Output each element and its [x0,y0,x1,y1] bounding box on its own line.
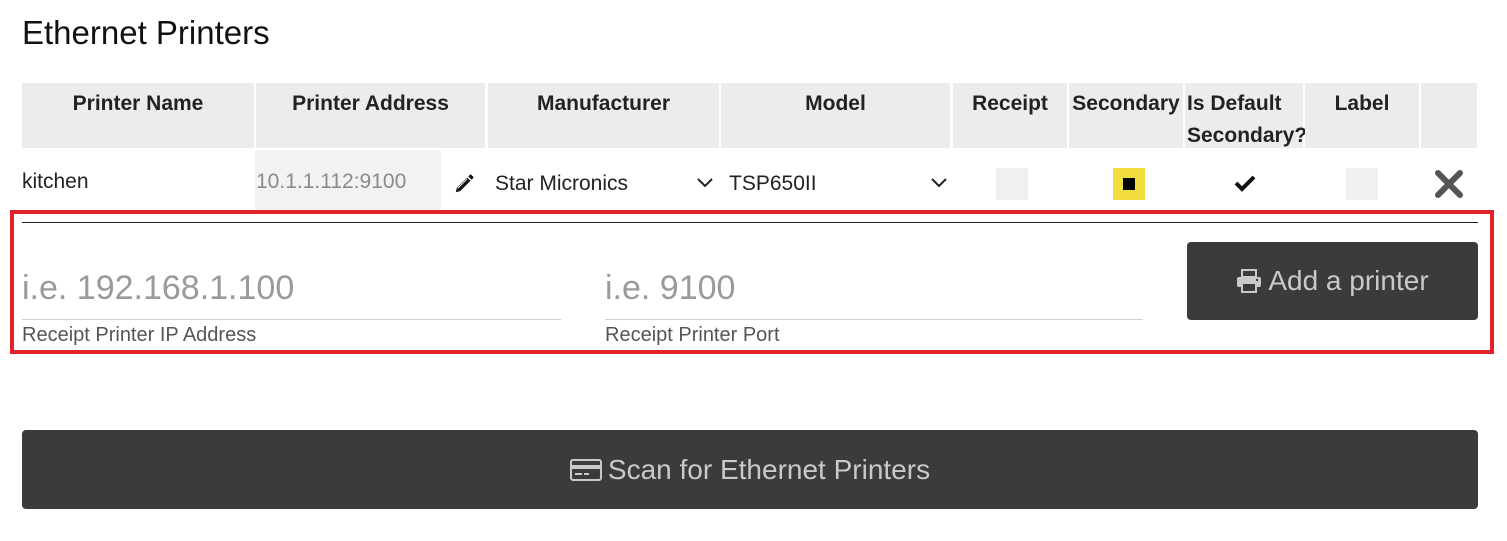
secondary-checkbox[interactable] [1113,168,1145,200]
chevron-down-icon [931,178,947,188]
model-select-value: TSP650II [729,172,817,195]
scan-printers-button[interactable]: Scan for Ethernet Printers [22,430,1478,509]
printer-icon [1237,269,1262,293]
credit-card-icon [569,458,602,481]
scan-printers-label: Scan for Ethernet Printers [607,453,931,485]
divider [22,222,1478,223]
manufacturer-select-value: Star Micronics [495,172,629,195]
header-printer-address: Printer Address [256,83,485,148]
page-title: Ethernet Printers [22,14,270,51]
receipt-checkbox[interactable] [996,168,1028,200]
pencil-icon[interactable] [453,173,475,195]
printer-address-value: 10.1.1.112:9100 [256,170,407,193]
header-actions [1421,83,1477,148]
header-secondary: Secondary [1069,83,1183,148]
header-is-default-secondary: Is Default Secondary? [1185,83,1307,148]
port-input[interactable] [605,258,1143,320]
close-icon[interactable] [1433,168,1465,200]
ip-address-label: Receipt Printer IP Address [22,324,257,346]
add-printer-button[interactable]: Add a printer [1187,242,1478,320]
check-icon[interactable] [1234,173,1256,193]
header-receipt: Receipt [953,83,1067,148]
header-label: Label [1305,83,1419,148]
port-label: Receipt Printer Port [605,324,780,346]
printer-name-cell: kitchen [22,170,89,193]
ip-address-input[interactable] [22,258,561,320]
header-printer-name: Printer Name [22,83,254,148]
header-manufacturer: Manufacturer [488,83,719,148]
chevron-down-icon [697,178,713,188]
add-printer-label: Add a printer [1268,265,1429,296]
label-checkbox[interactable] [1346,168,1378,200]
header-model: Model [721,83,950,148]
